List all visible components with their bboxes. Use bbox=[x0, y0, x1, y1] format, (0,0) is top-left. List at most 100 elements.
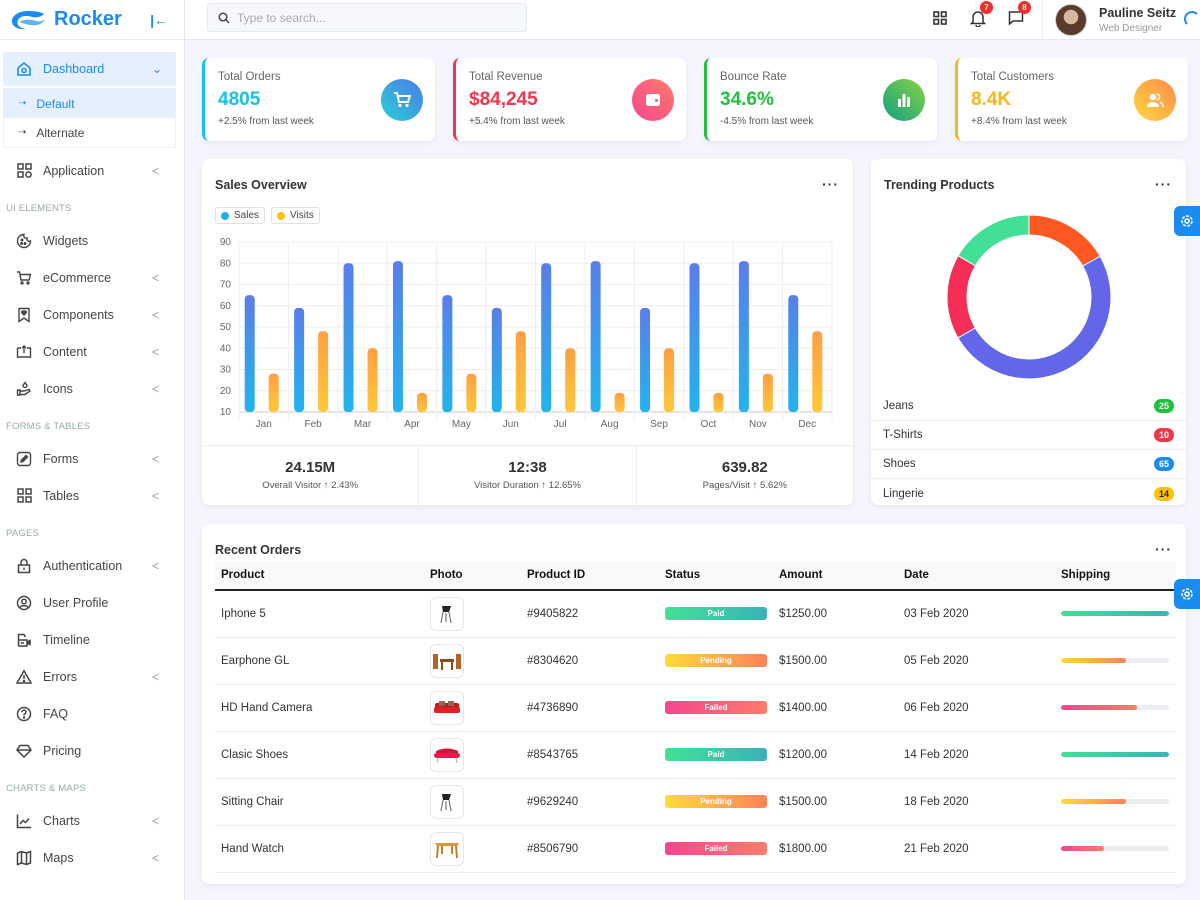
kpi-value: 8.4K bbox=[971, 89, 1012, 110]
trending-list-item[interactable]: Shoes 65 bbox=[871, 450, 1186, 479]
sidebar-section-title: FORMS & TABLES bbox=[6, 421, 91, 432]
lock-icon bbox=[15, 557, 33, 575]
bar-sales-apr[interactable] bbox=[392, 261, 403, 412]
map-icon bbox=[15, 849, 33, 867]
more-options-icon[interactable]: ··· bbox=[1155, 541, 1172, 557]
search-input[interactable]: Type to search... bbox=[207, 3, 527, 32]
table-row[interactable]: Hand Watch #8506790 Failed $1800.00 21 Feb 2… bbox=[215, 825, 1176, 873]
column-header-status[interactable]: Status bbox=[659, 561, 773, 591]
bar-visits-oct[interactable] bbox=[713, 392, 724, 412]
bar-visits-apr[interactable] bbox=[416, 392, 427, 412]
bar-visits-jan[interactable] bbox=[268, 373, 279, 412]
messages-button[interactable]: 8 bbox=[1006, 1, 1031, 28]
column-header-amount[interactable]: Amount bbox=[773, 561, 898, 591]
sidebar-item-label: Errors bbox=[43, 669, 78, 684]
column-header-shipping[interactable]: Shipping bbox=[1055, 561, 1176, 591]
bar-sales-jun[interactable] bbox=[491, 307, 502, 412]
donut-slice[interactable] bbox=[957, 214, 1030, 267]
bar-sales-feb[interactable] bbox=[294, 307, 305, 412]
stat-item: 24.15M Overall Visitor ↑ 2.43% bbox=[202, 446, 420, 505]
chevron-left-icon: < bbox=[152, 163, 160, 178]
sidebar-item-errors[interactable]: Errors < bbox=[3, 658, 176, 695]
table-row[interactable]: Sitting Chair #9629240 Pending $1500.00 18 F… bbox=[215, 778, 1176, 826]
trending-list-item[interactable]: T-Shirts 10 bbox=[871, 421, 1186, 450]
table-row[interactable]: Clasic Shoes #8543765 Paid $1200.00 14 Feb 2… bbox=[215, 731, 1176, 779]
sidebar-item-user-profile[interactable]: User Profile bbox=[3, 584, 176, 621]
bar-visits-jul[interactable] bbox=[565, 348, 576, 412]
bar-sales-oct[interactable] bbox=[689, 263, 700, 412]
sidebar-item-ecommerce[interactable]: eCommerce < bbox=[3, 259, 176, 296]
bar-sales-jul[interactable] bbox=[541, 263, 552, 412]
kpi-change: +5.4% from last week bbox=[469, 116, 565, 127]
table-row[interactable]: Iphone 5 #9405822 Paid $1250.00 03 Feb 2020 bbox=[215, 590, 1176, 638]
bar-visits-nov[interactable] bbox=[762, 373, 773, 412]
settings-toggle-button[interactable] bbox=[1174, 206, 1200, 236]
sidebar-item-components[interactable]: Components < bbox=[3, 296, 176, 333]
sidebar-item-pricing[interactable]: Pricing bbox=[3, 732, 176, 769]
collapse-sidebar-icon[interactable]: |← bbox=[150, 12, 168, 28]
bar-visits-aug[interactable] bbox=[614, 392, 625, 412]
status-badge: Pending bbox=[665, 795, 767, 808]
sidebar-section-title: PAGES bbox=[6, 528, 40, 539]
bar-sales-jan[interactable] bbox=[244, 295, 255, 412]
column-header-product-id[interactable]: Product ID bbox=[521, 561, 659, 591]
chevron-left-icon: < bbox=[152, 558, 160, 573]
sidebar-item-content[interactable]: Content < bbox=[3, 333, 176, 370]
user-menu[interactable]: Pauline Seitz Web Designer bbox=[1042, 0, 1200, 40]
bar-visits-may[interactable] bbox=[466, 373, 477, 412]
table-row[interactable]: Earphone GL #8304620 Pending $1500.00 05 Feb… bbox=[215, 637, 1176, 685]
sidebar-item-maps[interactable]: Maps < bbox=[3, 839, 176, 876]
table-row[interactable]: HD Hand Camera #4736890 Failed $1400.00 06 F… bbox=[215, 684, 1176, 732]
trending-list-item[interactable]: Jeans 25 bbox=[871, 392, 1186, 421]
sidebar-subitem-alternate[interactable]: ➝ Alternate bbox=[4, 118, 175, 147]
stat-item: 12:38 Visitor Duration ↑ 12.65% bbox=[419, 446, 637, 505]
shipping-cell bbox=[1055, 778, 1176, 826]
product-name: Lingerie bbox=[883, 487, 924, 500]
stat-item: 639.82 Pages/Visit ↑ 5.62% bbox=[637, 446, 853, 505]
bar-visits-jun[interactable] bbox=[515, 331, 526, 412]
notifications-button[interactable]: 7 bbox=[968, 1, 993, 28]
bar-visits-dec[interactable] bbox=[812, 331, 823, 412]
sidebar-subitem-default[interactable]: ➝ Default bbox=[4, 89, 175, 118]
y-tick-label: 50 bbox=[220, 322, 232, 333]
date-cell: 18 Feb 2020 bbox=[898, 778, 1055, 826]
apps-icon[interactable] bbox=[930, 8, 950, 28]
bar-sales-may[interactable] bbox=[442, 295, 453, 412]
sidebar: Rocker |← Dashboard ⌄ ➝ Default ➝ Alternat… bbox=[0, 0, 185, 900]
donut-slice[interactable] bbox=[957, 255, 1112, 380]
column-header-date[interactable]: Date bbox=[898, 561, 1055, 591]
donut-slice[interactable] bbox=[1028, 214, 1101, 267]
sidebar-item-icons[interactable]: Icons < bbox=[3, 370, 176, 407]
shipping-progress-fill bbox=[1061, 799, 1126, 804]
x-tick-label: Nov bbox=[749, 419, 767, 430]
sidebar-item-application[interactable]: Application < bbox=[3, 152, 176, 189]
bar-sales-mar[interactable] bbox=[343, 263, 354, 412]
bar-sales-nov[interactable] bbox=[738, 261, 749, 412]
bar-visits-feb[interactable] bbox=[318, 331, 329, 412]
bar-sales-dec[interactable] bbox=[788, 295, 799, 412]
status-badge: Pending bbox=[665, 654, 767, 667]
trending-list-item[interactable]: Lingerie 14 bbox=[871, 479, 1186, 508]
amount-cell: $1200.00 bbox=[773, 731, 898, 779]
bar-sales-sep[interactable] bbox=[640, 307, 651, 412]
column-header-product[interactable]: Product bbox=[215, 561, 424, 591]
sidebar-item-faq[interactable]: FAQ bbox=[3, 695, 176, 732]
sidebar-item-timeline[interactable]: Timeline bbox=[3, 621, 176, 658]
y-tick-label: 90 bbox=[220, 237, 232, 248]
status-badge: Failed bbox=[665, 842, 767, 855]
bar-visits-mar[interactable] bbox=[367, 348, 378, 412]
stat-change: 5.62% bbox=[760, 480, 787, 491]
sidebar-item-forms[interactable]: Forms < bbox=[3, 440, 176, 477]
sidebar-item-charts[interactable]: Charts < bbox=[3, 802, 176, 839]
sidebar-item-widgets[interactable]: Widgets bbox=[3, 222, 176, 259]
settings-toggle-button[interactable] bbox=[1174, 579, 1200, 609]
sidebar-item-tables[interactable]: Tables < bbox=[3, 477, 176, 514]
kpi-title: Total Orders bbox=[218, 71, 281, 83]
sidebar-item-dashboard[interactable]: Dashboard ⌄ bbox=[3, 52, 176, 86]
donut-slice[interactable] bbox=[946, 255, 977, 339]
sidebar-item-authentication[interactable]: Authentication < bbox=[3, 547, 176, 584]
bar-sales-aug[interactable] bbox=[590, 261, 601, 412]
column-header-photo[interactable]: Photo bbox=[424, 561, 521, 591]
bar-visits-sep[interactable] bbox=[664, 348, 675, 412]
stat-label: Overall Visitor bbox=[262, 480, 322, 491]
